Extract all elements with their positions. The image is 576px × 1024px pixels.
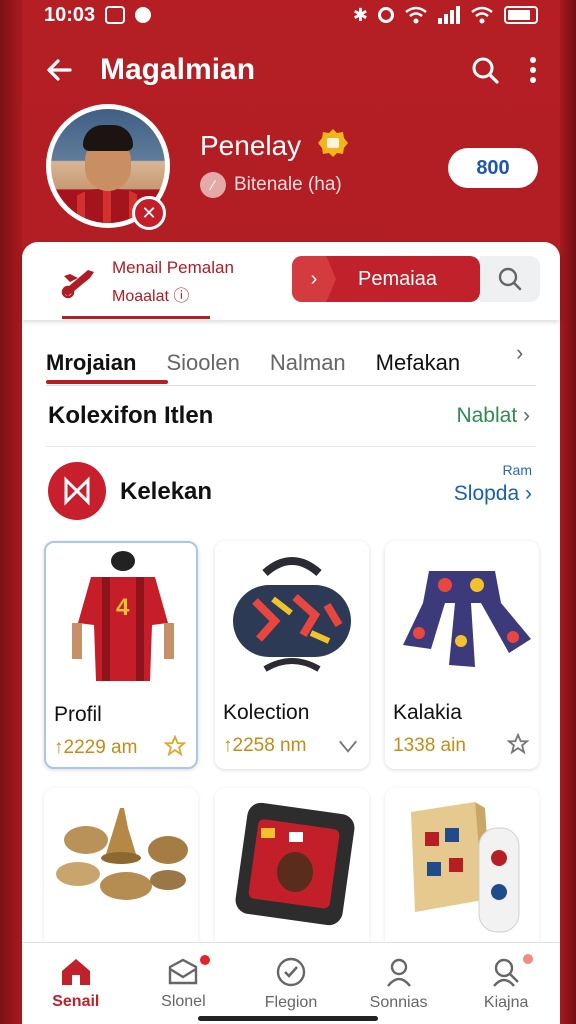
status-time: 10:03 [44, 3, 96, 26]
diamond-icon[interactable] [337, 733, 359, 755]
score-badge[interactable]: 800 [448, 148, 538, 188]
close-badge-icon[interactable]: ✕ [132, 196, 166, 230]
card-name: Kalakia [393, 701, 462, 724]
section-link[interactable]: Nablat › [456, 404, 530, 428]
edit-icon: ∕ [200, 172, 226, 198]
nav-item-flegion[interactable]: Flegion [246, 956, 336, 1012]
notification-icon [105, 6, 126, 24]
tab-sioolen[interactable]: Sioolen [166, 350, 239, 376]
profile-subtitle-text: Bitenale (ha) [234, 174, 342, 195]
alarm-icon [378, 7, 394, 23]
active-tab-indicator [46, 380, 168, 384]
product-card-kolection[interactable]: Kolection ↑2258 nm [215, 541, 369, 769]
chevron-right-icon: › [292, 256, 336, 302]
info-icon: ⓘ [173, 288, 190, 305]
back-arrow-icon[interactable] [44, 55, 74, 85]
device-image [215, 788, 369, 948]
device-edge-right [560, 0, 576, 1024]
player-action[interactable]: Menail Pemalan Moaalat ⓘ [58, 258, 234, 306]
svg-text:4: 4 [116, 594, 130, 621]
collection-logo-icon [48, 462, 106, 520]
notification-dot [200, 954, 211, 965]
nav-item-sonnias[interactable]: Sonnias [354, 956, 444, 1012]
tab-mrojaian[interactable]: Mrojaian [46, 350, 136, 376]
device-edge-left [0, 0, 22, 1024]
profile-search-icon [493, 958, 520, 987]
collection-small-label: Ram [502, 462, 532, 478]
jersey-image: 4 [46, 543, 196, 693]
star-icon[interactable] [507, 733, 529, 755]
more-vert-icon[interactable] [528, 55, 538, 85]
wifi-icon [405, 6, 427, 24]
box-image [385, 788, 539, 948]
bag-image [215, 541, 369, 691]
card-name: Profil [54, 703, 102, 726]
app-notification-icon [135, 7, 152, 23]
card-price: ↑2229 am [54, 737, 138, 758]
card-price: ↑2258 nm [223, 735, 307, 756]
check-circle-icon [276, 957, 306, 986]
collection-title: Kelekan [120, 478, 213, 505]
nav-item-slonel[interactable]: Slonel [138, 954, 228, 1011]
action-bar: Menail Pemalan Moaalat ⓘ › Pemaiaa [22, 242, 560, 320]
status-bar: 10:03 ✱ [22, 0, 560, 30]
product-card-coins[interactable] [44, 788, 198, 948]
action-underline [62, 316, 210, 319]
action-line-1: Menail Pemalan [112, 258, 234, 277]
home-indicator [198, 1016, 378, 1021]
verified-badge-icon [318, 129, 348, 157]
plane-icon [61, 270, 94, 299]
profile-name: Penelay [200, 130, 302, 161]
product-card-kalakia[interactable]: Kalakia 1338 ain [385, 541, 539, 769]
star-icon[interactable] [164, 735, 186, 757]
scarf-image [385, 541, 539, 691]
app-bar: Magalmian [22, 38, 560, 102]
profile-subtitle: ∕ Bitenale (ha) [200, 172, 342, 198]
search-button[interactable] [480, 256, 540, 302]
tabs-more-chevron-icon[interactable]: › [516, 340, 523, 366]
product-card-profil[interactable]: 4 Profil ↑2229 am [44, 541, 198, 769]
notification-dot [523, 953, 534, 964]
wifi-icon-2 [471, 6, 493, 24]
bluetooth-icon: ✱ [352, 4, 368, 25]
battery-icon [504, 6, 538, 24]
bottom-navigation: Senail Slonel Flegion Sonnias Kiajna [22, 942, 560, 1024]
pemaiaa-button[interactable]: › Pemaiaa [292, 256, 480, 302]
signal-icon [438, 6, 460, 24]
card-name: Kolection [223, 701, 310, 724]
section-divider [46, 446, 536, 447]
tab-mefakan[interactable]: Mefakan [376, 350, 460, 376]
inbox-icon [169, 958, 198, 984]
page-title: Magalmian [100, 53, 256, 86]
home-icon [61, 958, 90, 985]
coins-image [44, 788, 198, 948]
action-line-2: Moaalat ⓘ [112, 288, 190, 305]
tabs-divider [46, 385, 536, 386]
user-icon [386, 958, 411, 987]
section-title: Kolexifon Itlen [48, 402, 214, 429]
collection-link[interactable]: Slopda › [454, 482, 532, 506]
search-icon[interactable] [470, 55, 500, 85]
chevron-right-icon: › [523, 404, 530, 427]
search-icon [498, 267, 522, 291]
nav-item-kiajna[interactable]: Kiajna [461, 953, 551, 1012]
tab-nalman[interactable]: Nalman [270, 350, 346, 376]
product-card-device[interactable] [215, 788, 369, 948]
nav-item-home[interactable]: Senail [31, 957, 121, 1011]
product-card-box[interactable] [385, 788, 539, 948]
card-price: 1338 ain [393, 735, 466, 756]
